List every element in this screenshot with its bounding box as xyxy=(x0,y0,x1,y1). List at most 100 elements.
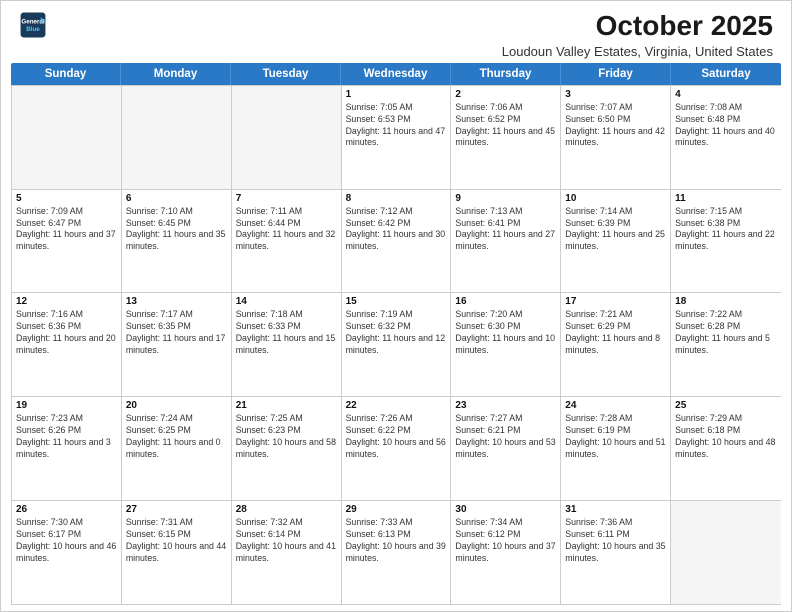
day-number: 9 xyxy=(455,193,556,204)
calendar-cell: 31Sunrise: 7:36 AMSunset: 6:11 PMDayligh… xyxy=(561,501,671,604)
calendar-cell: 24 Sunrise: 7:28 AMSunset: 6:19 PMDayligh… xyxy=(561,397,671,500)
calendar-cell: 22 Sunrise: 7:26 AMSunset: 6:22 PMDayligh… xyxy=(342,397,452,500)
day-number: 18 xyxy=(675,296,777,307)
header-day-monday: Monday xyxy=(121,63,231,85)
header-day-tuesday: Tuesday xyxy=(231,63,341,85)
day-number: 21 xyxy=(236,400,337,411)
cell-info: Sunrise: 7:27 AMSunset: 6:21 PMDaylight:… xyxy=(455,413,556,461)
calendar-row-1: 1 Sunrise: 7:05 AMSunset: 6:53 PMDaylight… xyxy=(12,85,781,189)
day-number: 6 xyxy=(126,193,227,204)
calendar-cell: 6 Sunrise: 7:10 AMSunset: 6:45 PMDaylight… xyxy=(122,190,232,293)
calendar-cell: 1 Sunrise: 7:05 AMSunset: 6:53 PMDaylight… xyxy=(342,86,452,189)
cell-info: Sunrise: 7:10 AMSunset: 6:45 PMDaylight:… xyxy=(126,206,227,254)
cell-info: Sunrise: 7:08 AMSunset: 6:48 PMDaylight:… xyxy=(675,102,777,150)
day-number: 4 xyxy=(675,89,777,100)
day-number: 16 xyxy=(455,296,556,307)
calendar-cell: 4 Sunrise: 7:08 AMSunset: 6:48 PMDaylight… xyxy=(671,86,781,189)
calendar-cell: 9 Sunrise: 7:13 AMSunset: 6:41 PMDaylight… xyxy=(451,190,561,293)
calendar-cell: 21 Sunrise: 7:25 AMSunset: 6:23 PMDayligh… xyxy=(232,397,342,500)
cell-info: Sunrise: 7:16 AMSunset: 6:36 PMDaylight:… xyxy=(16,309,117,357)
calendar-cell: 11Sunrise: 7:15 AMSunset: 6:38 PMDayligh… xyxy=(671,190,781,293)
calendar-row-4: 19Sunrise: 7:23 AMSunset: 6:26 PMDayligh… xyxy=(12,396,781,500)
day-number: 25 xyxy=(675,400,777,411)
month-title: October 2025 xyxy=(502,11,773,42)
svg-text:Blue: Blue xyxy=(26,26,40,33)
cell-info: Sunrise: 7:07 AMSunset: 6:50 PMDaylight:… xyxy=(565,102,666,150)
day-number: 19 xyxy=(16,400,117,411)
calendar-cell: 12Sunrise: 7:16 AMSunset: 6:36 PMDayligh… xyxy=(12,293,122,396)
cell-info: Sunrise: 7:28 AMSunset: 6:19 PMDaylight:… xyxy=(565,413,666,461)
calendar-cell: 25 Sunrise: 7:29 AMSunset: 6:18 PMDayligh… xyxy=(671,397,781,500)
day-number: 26 xyxy=(16,504,117,515)
day-number: 8 xyxy=(346,193,447,204)
day-number: 23 xyxy=(455,400,556,411)
calendar-cell: 7 Sunrise: 7:11 AMSunset: 6:44 PMDaylight… xyxy=(232,190,342,293)
cell-info: Sunrise: 7:11 AMSunset: 6:44 PMDaylight:… xyxy=(236,206,337,254)
cell-info: Sunrise: 7:15 AMSunset: 6:38 PMDaylight:… xyxy=(675,206,777,254)
cell-info: Sunrise: 7:34 AMSunset: 6:12 PMDaylight:… xyxy=(455,517,556,565)
calendar-cell: 3 Sunrise: 7:07 AMSunset: 6:50 PMDaylight… xyxy=(561,86,671,189)
calendar-cell: 15 Sunrise: 7:19 AMSunset: 6:32 PMDayligh… xyxy=(342,293,452,396)
calendar-cell xyxy=(122,86,232,189)
cell-info: Sunrise: 7:31 AMSunset: 6:15 PMDaylight:… xyxy=(126,517,227,565)
cell-info: Sunrise: 7:26 AMSunset: 6:22 PMDaylight:… xyxy=(346,413,447,461)
cell-info: Sunrise: 7:32 AMSunset: 6:14 PMDaylight:… xyxy=(236,517,337,565)
cell-info: Sunrise: 7:12 AMSunset: 6:42 PMDaylight:… xyxy=(346,206,447,254)
cell-info: Sunrise: 7:30 AMSunset: 6:17 PMDaylight:… xyxy=(16,517,117,565)
title-block: October 2025 Loudoun Valley Estates, Vir… xyxy=(502,11,773,59)
cell-info: Sunrise: 7:25 AMSunset: 6:23 PMDaylight:… xyxy=(236,413,337,461)
calendar-row-5: 26 Sunrise: 7:30 AMSunset: 6:17 PMDayligh… xyxy=(12,500,781,604)
cell-info: Sunrise: 7:17 AMSunset: 6:35 PMDaylight:… xyxy=(126,309,227,357)
calendar: SundayMondayTuesdayWednesdayThursdayFrid… xyxy=(1,63,791,611)
day-number: 20 xyxy=(126,400,227,411)
calendar-cell: 13 Sunrise: 7:17 AMSunset: 6:35 PMDayligh… xyxy=(122,293,232,396)
header-day-wednesday: Wednesday xyxy=(341,63,451,85)
header-day-saturday: Saturday xyxy=(671,63,781,85)
header-day-thursday: Thursday xyxy=(451,63,561,85)
day-number: 24 xyxy=(565,400,666,411)
calendar-row-2: 5Sunrise: 7:09 AMSunset: 6:47 PMDaylight… xyxy=(12,189,781,293)
header-day-sunday: Sunday xyxy=(11,63,121,85)
cell-info: Sunrise: 7:05 AMSunset: 6:53 PMDaylight:… xyxy=(346,102,447,150)
calendar-cell: 14Sunrise: 7:18 AMSunset: 6:33 PMDayligh… xyxy=(232,293,342,396)
logo: General Blue xyxy=(19,11,47,39)
cell-info: Sunrise: 7:06 AMSunset: 6:52 PMDaylight:… xyxy=(455,102,556,150)
day-number: 29 xyxy=(346,504,447,515)
day-number: 3 xyxy=(565,89,666,100)
day-number: 27 xyxy=(126,504,227,515)
day-number: 1 xyxy=(346,89,447,100)
cell-info: Sunrise: 7:33 AMSunset: 6:13 PMDaylight:… xyxy=(346,517,447,565)
calendar-header: SundayMondayTuesdayWednesdayThursdayFrid… xyxy=(11,63,781,85)
cell-info: Sunrise: 7:13 AMSunset: 6:41 PMDaylight:… xyxy=(455,206,556,254)
header: General Blue October 2025 Loudoun Valley… xyxy=(1,1,791,63)
logo-icon: General Blue xyxy=(19,11,47,39)
calendar-cell: 17Sunrise: 7:21 AMSunset: 6:29 PMDayligh… xyxy=(561,293,671,396)
cell-info: Sunrise: 7:14 AMSunset: 6:39 PMDaylight:… xyxy=(565,206,666,254)
day-number: 2 xyxy=(455,89,556,100)
calendar-cell: 18Sunrise: 7:22 AMSunset: 6:28 PMDayligh… xyxy=(671,293,781,396)
day-number: 31 xyxy=(565,504,666,515)
header-day-friday: Friday xyxy=(561,63,671,85)
calendar-cell: 10Sunrise: 7:14 AMSunset: 6:39 PMDayligh… xyxy=(561,190,671,293)
calendar-cell xyxy=(671,501,781,604)
calendar-cell: 19Sunrise: 7:23 AMSunset: 6:26 PMDayligh… xyxy=(12,397,122,500)
calendar-cell: 5Sunrise: 7:09 AMSunset: 6:47 PMDaylight… xyxy=(12,190,122,293)
cell-info: Sunrise: 7:20 AMSunset: 6:30 PMDaylight:… xyxy=(455,309,556,357)
cell-info: Sunrise: 7:29 AMSunset: 6:18 PMDaylight:… xyxy=(675,413,777,461)
day-number: 30 xyxy=(455,504,556,515)
calendar-cell: 28 Sunrise: 7:32 AMSunset: 6:14 PMDayligh… xyxy=(232,501,342,604)
calendar-cell xyxy=(12,86,122,189)
calendar-row-3: 12Sunrise: 7:16 AMSunset: 6:36 PMDayligh… xyxy=(12,292,781,396)
day-number: 13 xyxy=(126,296,227,307)
calendar-body: 1 Sunrise: 7:05 AMSunset: 6:53 PMDaylight… xyxy=(11,85,781,605)
cell-info: Sunrise: 7:18 AMSunset: 6:33 PMDaylight:… xyxy=(236,309,337,357)
calendar-cell: 23 Sunrise: 7:27 AMSunset: 6:21 PMDayligh… xyxy=(451,397,561,500)
calendar-cell: 8 Sunrise: 7:12 AMSunset: 6:42 PMDaylight… xyxy=(342,190,452,293)
day-number: 7 xyxy=(236,193,337,204)
calendar-cell: 26 Sunrise: 7:30 AMSunset: 6:17 PMDayligh… xyxy=(12,501,122,604)
day-number: 15 xyxy=(346,296,447,307)
cell-info: Sunrise: 7:19 AMSunset: 6:32 PMDaylight:… xyxy=(346,309,447,357)
day-number: 22 xyxy=(346,400,447,411)
day-number: 28 xyxy=(236,504,337,515)
calendar-cell xyxy=(232,86,342,189)
